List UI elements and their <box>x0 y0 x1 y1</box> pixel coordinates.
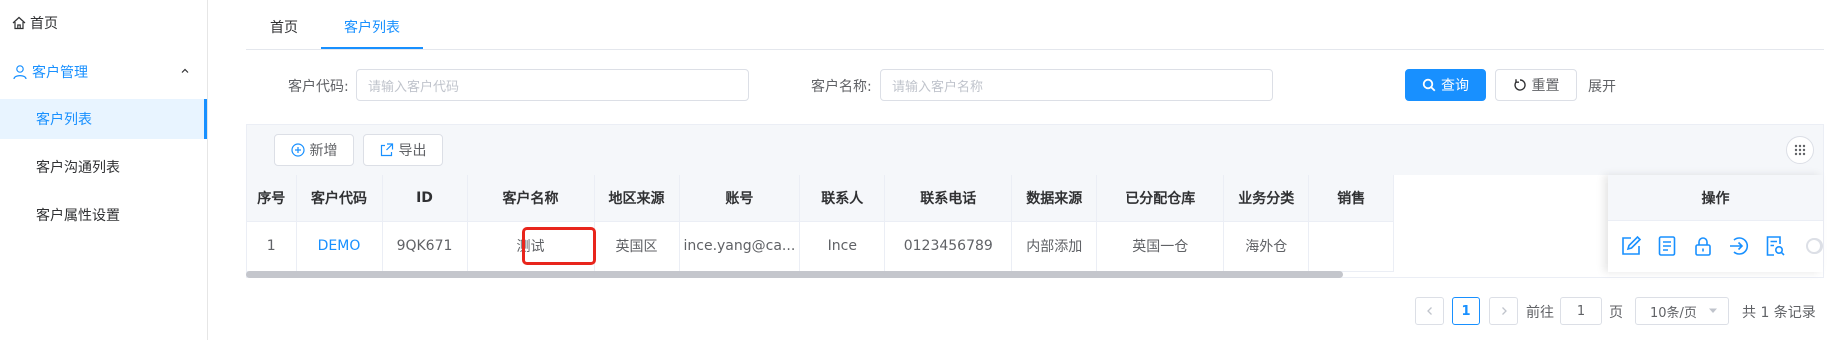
table-cell-business-type: 海外仓 <box>1223 221 1310 272</box>
chevron-left-icon <box>1425 306 1435 316</box>
column-header: 客户代码 <box>296 175 383 222</box>
horizontal-scrollbar[interactable] <box>246 271 1343 278</box>
sidebar-item-label: 客户沟通列表 <box>36 160 120 176</box>
plus-circle-icon <box>290 143 305 157</box>
login-arrow-icon[interactable] <box>1728 235 1750 257</box>
lock-icon[interactable] <box>1692 235 1714 257</box>
column-header-operations: 操作 <box>1608 175 1823 221</box>
caret-down-icon <box>1708 307 1718 315</box>
page-size-value: 10条/页 <box>1650 305 1697 321</box>
column-header: 联系人 <box>799 175 886 222</box>
goto-suffix-label: 页 <box>1609 305 1623 321</box>
query-button-label: 查询 <box>1441 78 1469 94</box>
column-header: 账号 <box>679 175 801 222</box>
total-records: 共 1 条记录 <box>1742 305 1816 321</box>
customer-code-link[interactable]: DEMO <box>318 238 361 254</box>
main-content: 首页 客户列表 客户代码: 请输入客户代码 客户名称: 请输入客户名称 查询 重… <box>208 0 1847 340</box>
tab-home[interactable]: 首页 <box>270 0 298 49</box>
add-button[interactable]: 新增 <box>274 134 354 166</box>
table-cell-phone: 0123456789 <box>884 221 1013 272</box>
reset-button[interactable]: 重置 <box>1495 69 1577 101</box>
page-size-select[interactable]: 10条/页 <box>1635 297 1729 325</box>
table-row: 1 DEMO 9QK671 测试 英国区 ince.yang@ca... Inc… <box>247 221 1395 272</box>
column-header: 地区来源 <box>594 175 680 222</box>
page-number-current[interactable]: 1 <box>1452 297 1480 325</box>
status-toggle[interactable] <box>1806 238 1823 254</box>
export-icon <box>380 143 394 157</box>
column-header: 销售 <box>1308 175 1395 222</box>
sidebar-item-customer-list[interactable]: 客户列表 <box>0 99 207 139</box>
chevron-up-icon <box>180 64 190 80</box>
table-cell-warehouse: 英国一仓 <box>1096 221 1225 272</box>
sidebar-item-customer-attributes[interactable]: 客户属性设置 <box>0 195 207 235</box>
column-settings-button[interactable] <box>1786 136 1814 164</box>
column-header: 客户名称 <box>467 175 595 222</box>
column-header: 数据来源 <box>1011 175 1098 222</box>
operations-column: 操作 <box>1608 175 1823 272</box>
refresh-icon <box>1513 78 1527 92</box>
column-header: 已分配仓库 <box>1096 175 1225 222</box>
customer-code-label: 客户代码: <box>288 79 349 95</box>
table-cell-id: 9QK671 <box>382 221 468 272</box>
table-panel: 新增 导出 序号 客户代码 ID 客户名称 地区来源 账号 联系人 联系电话 数… <box>246 124 1824 278</box>
table-cell-data-source: 内部添加 <box>1011 221 1098 272</box>
sidebar-item-label: 首页 <box>30 16 58 32</box>
table-cell-sales <box>1308 221 1395 272</box>
edit-icon[interactable] <box>1620 235 1642 257</box>
add-button-label: 新增 <box>309 143 338 159</box>
column-header: 联系电话 <box>884 175 1013 222</box>
column-header: 序号 <box>247 175 297 222</box>
document-icon[interactable] <box>1656 235 1678 257</box>
highlight-box <box>522 227 596 265</box>
sidebar-item-label: 客户属性设置 <box>36 208 120 224</box>
customer-name-input[interactable]: 请输入客户名称 <box>880 69 1273 101</box>
expand-toggle[interactable]: 展开 <box>1588 76 1616 96</box>
search-icon <box>1422 78 1436 92</box>
export-button-label: 导出 <box>398 143 427 159</box>
reset-button-label: 重置 <box>1531 78 1560 94</box>
table-toolbar: 新增 导出 <box>247 125 1823 175</box>
column-header: ID <box>382 175 468 222</box>
home-icon <box>12 16 26 30</box>
goto-prefix-label: 前往 <box>1526 305 1554 321</box>
user-icon <box>12 64 28 80</box>
tab-customer-list[interactable]: 客户列表 <box>321 0 423 49</box>
sidebar-item-home[interactable]: 首页 <box>0 3 207 43</box>
chevron-right-icon <box>1499 306 1509 316</box>
table-cell-index: 1 <box>247 221 297 272</box>
sidebar-item-label: 客户列表 <box>36 112 92 128</box>
prev-page-button[interactable] <box>1415 297 1444 325</box>
toggle-knob <box>1808 240 1820 252</box>
sidebar: 首页 客户管理 客户列表 客户沟通列表 客户属性设置 <box>0 0 208 340</box>
table-cell-contact: Ince <box>799 221 886 272</box>
export-button[interactable]: 导出 <box>363 134 443 166</box>
table-cell-account: ince.yang@ca... <box>679 221 801 272</box>
next-page-button[interactable] <box>1489 297 1518 325</box>
customer-code-input[interactable]: 请输入客户代码 <box>356 69 749 101</box>
grid-dots-icon <box>1794 144 1806 156</box>
customer-table: 序号 客户代码 ID 客户名称 地区来源 账号 联系人 联系电话 数据来源 已分… <box>247 175 1395 272</box>
sidebar-item-customer-communication[interactable]: 客户沟通列表 <box>0 147 207 187</box>
goto-page-input[interactable]: 1 <box>1560 297 1602 325</box>
sidebar-group-label: 客户管理 <box>32 65 88 81</box>
table-cell-region: 英国区 <box>594 221 680 272</box>
query-button[interactable]: 查询 <box>1405 69 1486 101</box>
table-cell-customer-code: DEMO <box>296 221 383 272</box>
table-header-row: 序号 客户代码 ID 客户名称 地区来源 账号 联系人 联系电话 数据来源 已分… <box>247 175 1395 222</box>
customer-name-label: 客户名称: <box>811 79 872 95</box>
sidebar-group-customer[interactable]: 客户管理 <box>0 52 207 92</box>
tab-bar: 首页 客户列表 <box>246 0 1824 50</box>
operations-cell <box>1608 221 1823 271</box>
document-search-icon[interactable] <box>1764 235 1786 257</box>
column-header: 业务分类 <box>1223 175 1310 222</box>
